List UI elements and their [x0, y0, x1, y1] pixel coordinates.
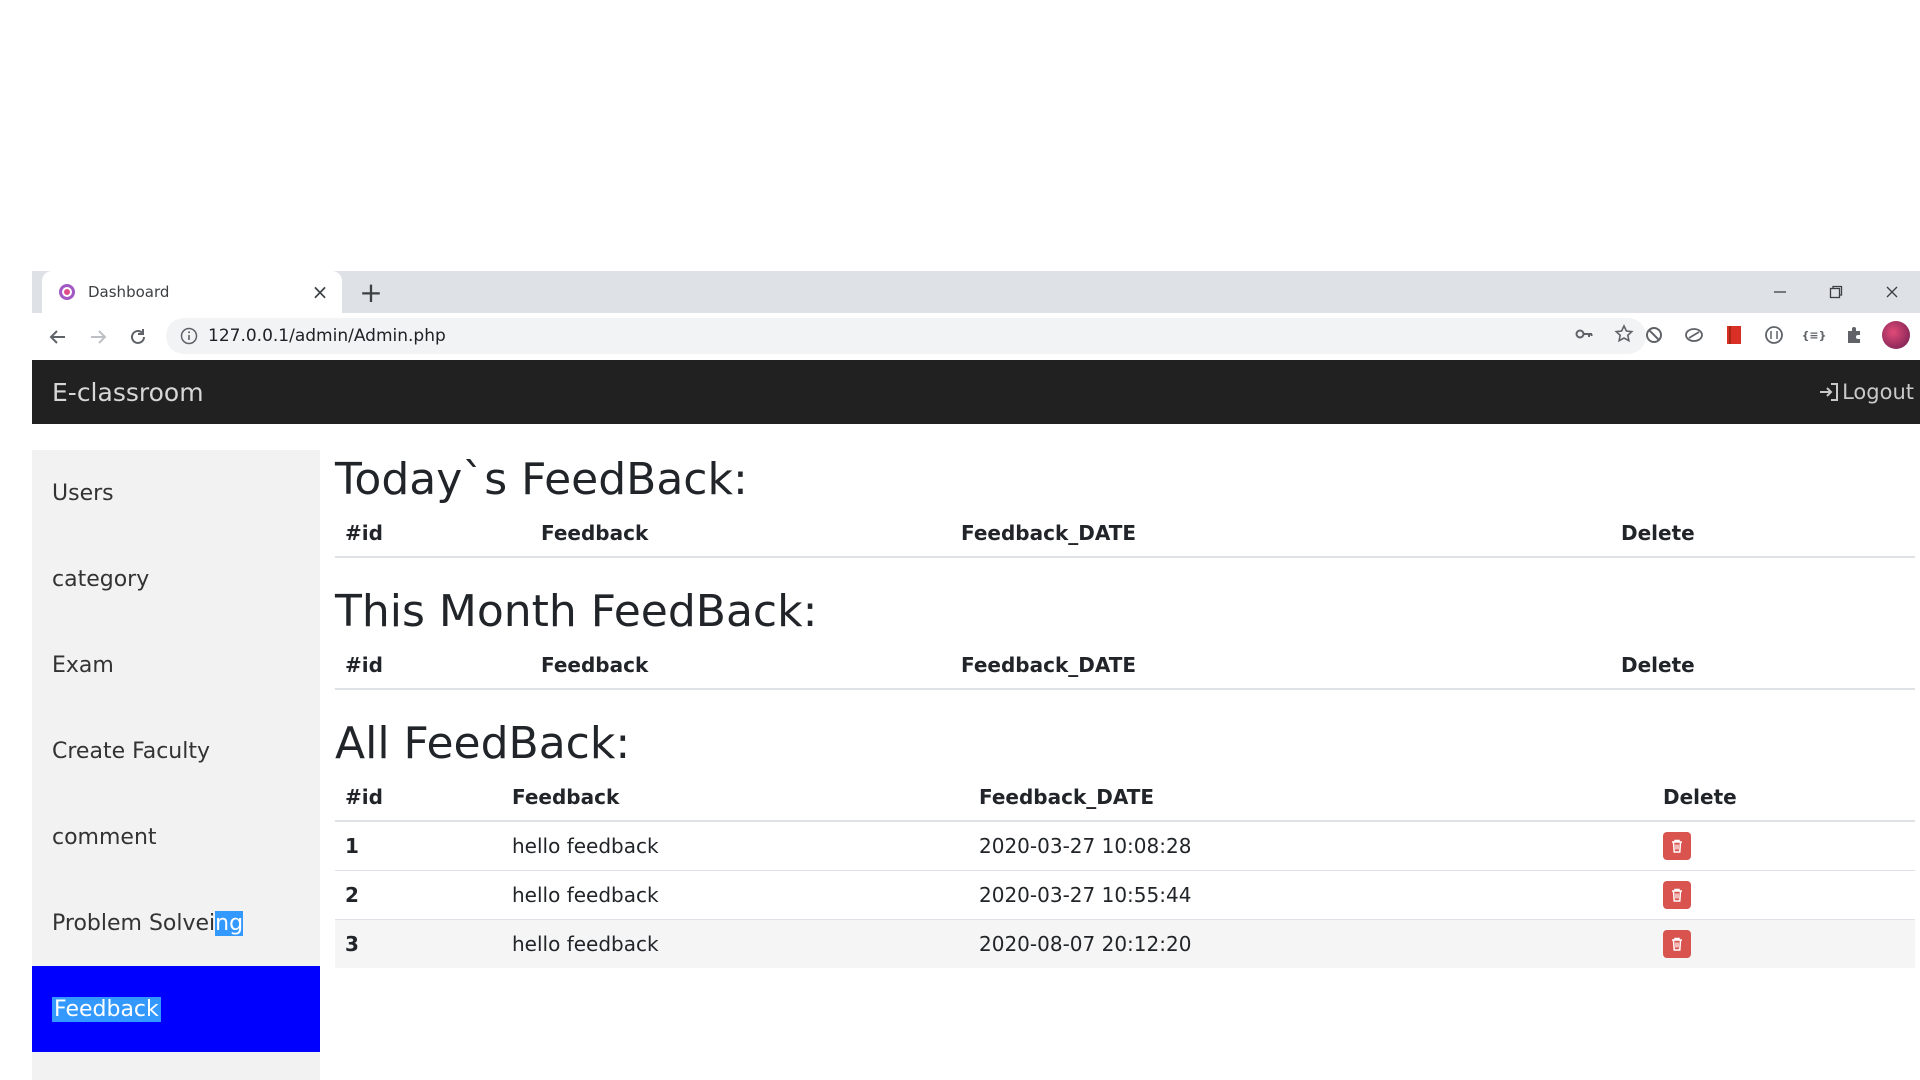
logout-label: Logout	[1842, 380, 1914, 404]
sidebar-item-feedback[interactable]: Feedback	[32, 966, 320, 1052]
trash-icon	[1672, 888, 1682, 902]
reload-icon[interactable]	[118, 317, 158, 357]
window-close-icon[interactable]	[1864, 271, 1920, 313]
col-header-feedback: Feedback	[531, 510, 951, 558]
new-tab-button[interactable]: +	[354, 275, 388, 309]
row-date: 2020-03-27 10:55:44	[969, 870, 1653, 920]
restore-icon[interactable]	[1808, 271, 1864, 313]
trash-icon	[1672, 937, 1682, 951]
row-feedback: hello feedback	[502, 919, 969, 968]
month-feedback-table: #id Feedback Feedback_DATE Delete	[335, 642, 1915, 690]
key-icon[interactable]	[1574, 324, 1594, 348]
col-header-delete: Delete	[1653, 774, 1915, 822]
sidebar-item-problem-solving[interactable]: Problem Solvei ng	[32, 880, 320, 966]
sidebar-item-comment[interactable]: comment	[32, 794, 320, 880]
tab-title: Dashboard	[88, 283, 170, 301]
sidebar-item-label: comment	[52, 824, 157, 850]
table-row: 3 hello feedback 2020-08-07 20:12:20	[335, 919, 1915, 968]
sidebar-item-users[interactable]: Users	[32, 450, 320, 536]
col-header-date: Feedback_DATE	[951, 642, 1611, 690]
col-header-date: Feedback_DATE	[951, 510, 1611, 558]
row-id: 1	[335, 820, 502, 871]
all-feedback-table: #id Feedback Feedback_DATE Delete 1 hell…	[335, 774, 1915, 968]
delete-button[interactable]	[1663, 930, 1691, 958]
extensions-area: {≡}	[1642, 321, 1910, 349]
bookmark-star-icon[interactable]	[1614, 324, 1634, 348]
row-feedback: hello feedback	[502, 870, 969, 920]
book-extension-icon[interactable]	[1722, 323, 1746, 347]
row-id: 2	[335, 870, 502, 920]
sidebar-item-exam[interactable]: Exam	[32, 622, 320, 708]
puzzle-extensions-icon[interactable]	[1842, 323, 1866, 347]
all-feedback-title: All FeedBack:	[335, 718, 631, 769]
browser-tab[interactable]: Dashboard ×	[42, 271, 342, 313]
col-header-feedback: Feedback	[502, 774, 969, 822]
forward-icon[interactable]	[78, 317, 118, 357]
sidebar: Users category Exam Create Faculty comme…	[32, 450, 320, 1080]
sidebar-item-label: category	[52, 566, 150, 592]
tab-strip: Dashboard × +	[32, 271, 1920, 313]
delete-button[interactable]	[1663, 881, 1691, 909]
json-extension-icon[interactable]: {≡}	[1802, 323, 1827, 347]
site-info-icon[interactable]	[180, 327, 198, 345]
row-date: 2020-03-27 10:08:28	[969, 820, 1653, 871]
row-date: 2020-08-07 20:12:20	[969, 919, 1653, 968]
row-delete-cell	[1653, 820, 1915, 871]
block-extension-icon[interactable]	[1642, 323, 1666, 347]
trash-icon	[1672, 839, 1682, 853]
col-header-id: #id	[335, 774, 502, 822]
login-arrow-icon	[1820, 383, 1839, 401]
col-header-delete: Delete	[1611, 510, 1915, 558]
row-delete-cell	[1653, 870, 1915, 920]
row-feedback: hello feedback	[502, 820, 969, 871]
today-feedback-title: Today`s FeedBack:	[335, 454, 748, 505]
brand-logo-text[interactable]: E-classroom	[52, 378, 204, 407]
eyedropper-extension-icon[interactable]	[1682, 323, 1706, 347]
browser-window: Dashboard × + 127.0.0.1/admin/Admin.php …	[32, 271, 1920, 361]
row-id: 3	[335, 919, 502, 968]
app-navbar: E-classroom Logout	[32, 360, 1920, 424]
logout-button[interactable]: Logout	[1818, 360, 1914, 424]
today-feedback-table: #id Feedback Feedback_DATE Delete	[335, 510, 1915, 558]
sidebar-item-label: Users	[52, 480, 114, 506]
col-header-delete: Delete	[1611, 642, 1915, 690]
table-header-row: #id Feedback Feedback_DATE Delete	[335, 510, 1915, 558]
back-icon[interactable]	[38, 317, 78, 357]
table-header-row: #id Feedback Feedback_DATE Delete	[335, 774, 1915, 822]
table-header-row: #id Feedback Feedback_DATE Delete	[335, 642, 1915, 690]
main-content: Today`s FeedBack: #id Feedback Feedback_…	[335, 450, 1920, 968]
col-header-date: Feedback_DATE	[969, 774, 1653, 822]
minimize-icon[interactable]	[1752, 271, 1808, 313]
table-row: 2 hello feedback 2020-03-27 10:55:44	[335, 870, 1915, 920]
sidebar-item-label: Create Faculty	[52, 738, 211, 764]
profile-avatar[interactable]	[1882, 321, 1910, 349]
window-controls	[1752, 271, 1920, 313]
col-header-feedback: Feedback	[531, 642, 951, 690]
sidebar-item-create-faculty[interactable]: Create Faculty	[32, 708, 320, 794]
sidebar-item-label: Problem Solvei	[52, 910, 216, 936]
tab-close-icon[interactable]: ×	[310, 280, 330, 304]
table-row: 1 hello feedback 2020-03-27 10:08:28	[335, 820, 1915, 871]
favicon-icon	[58, 283, 76, 301]
sidebar-item-label: Exam	[52, 652, 114, 678]
sidebar-item-category[interactable]: category	[32, 536, 320, 622]
col-header-id: #id	[335, 510, 531, 558]
browser-toolbar: 127.0.0.1/admin/Admin.php {≡}	[32, 313, 1920, 361]
address-bar[interactable]: 127.0.0.1/admin/Admin.php	[166, 318, 1646, 354]
circle-extension-icon[interactable]	[1762, 323, 1786, 347]
col-header-id: #id	[335, 642, 531, 690]
month-feedback-title: This Month FeedBack:	[335, 586, 818, 637]
sidebar-item-label: Feedback	[52, 996, 161, 1022]
url-text: 127.0.0.1/admin/Admin.php	[208, 326, 446, 346]
row-delete-cell	[1653, 919, 1915, 968]
delete-button[interactable]	[1663, 832, 1691, 860]
sidebar-item-label-selected: ng	[215, 910, 244, 936]
